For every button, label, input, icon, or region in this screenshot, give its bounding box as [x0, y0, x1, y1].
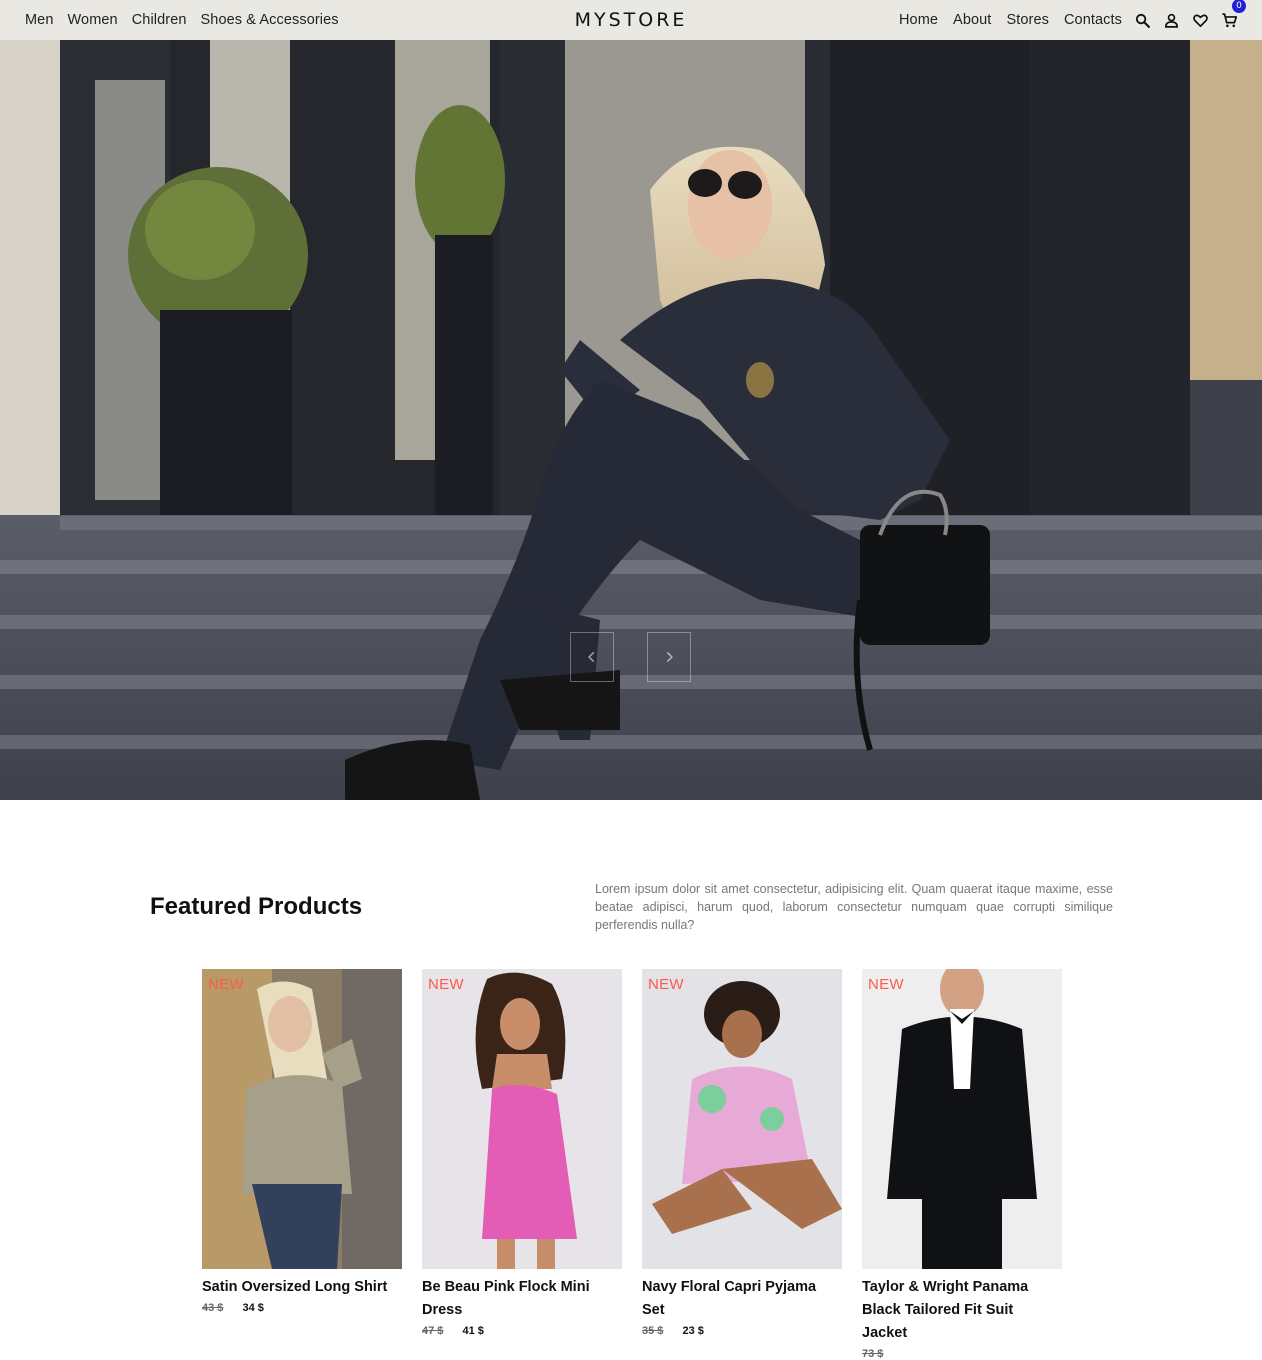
page-nav: Home About Stores Contacts: [899, 0, 1122, 40]
product-image[interactable]: NEW: [202, 969, 402, 1269]
product-image[interactable]: NEW: [422, 969, 622, 1269]
heart-icon[interactable]: [1191, 11, 1209, 29]
product-name[interactable]: Be Beau Pink Flock Mini Dress: [422, 1276, 622, 1322]
new-badge: NEW: [208, 976, 244, 993]
product-card[interactable]: NEW Be Beau Pink Flock Mini Dress 47 $ 4…: [422, 969, 622, 1337]
user-icon[interactable]: [1162, 11, 1180, 29]
old-price: 35 $: [642, 1325, 664, 1337]
product-prices: 47 $ 41 $: [422, 1325, 622, 1337]
new-badge: NEW: [648, 976, 684, 993]
slider-prev-button[interactable]: [570, 632, 614, 682]
nav-link-shoes-accessories[interactable]: Shoes & Accessories: [201, 12, 339, 28]
hero-image: [0, 40, 1262, 800]
featured-products-description: Lorem ipsum dolor sit amet consectetur, …: [595, 882, 1113, 932]
nav-link-stores[interactable]: Stores: [1006, 12, 1049, 28]
chevron-right-icon: [666, 651, 673, 663]
product-card[interactable]: NEW Satin Oversized Long Shirt 43 $ 34 $: [202, 969, 402, 1314]
product-prices: 43 $ 34 $: [202, 1302, 402, 1314]
product-card[interactable]: NEW Navy Floral Capri Pyjama Set 35 $ 23…: [642, 969, 842, 1337]
nav-link-men[interactable]: Men: [25, 12, 54, 28]
nav-link-children[interactable]: Children: [132, 12, 187, 28]
product-image[interactable]: NEW: [862, 969, 1062, 1269]
old-price: 47 $: [422, 1325, 444, 1337]
nav-link-home[interactable]: Home: [899, 12, 938, 28]
slider-next-button[interactable]: [647, 632, 691, 682]
product-image[interactable]: NEW: [642, 969, 842, 1269]
store-logo[interactable]: MYSTORE: [575, 9, 688, 31]
cart-icon[interactable]: 0: [1220, 0, 1246, 29]
old-price: 73 $: [862, 1348, 884, 1360]
nav-link-about[interactable]: About: [953, 12, 991, 28]
top-navbar: Men Women Children Shoes & Accessories M…: [0, 0, 1262, 40]
nav-link-contacts[interactable]: Contacts: [1064, 12, 1122, 28]
old-price: 43 $: [202, 1302, 224, 1314]
hero-banner: [0, 40, 1262, 800]
nav-icons: 0: [1133, 0, 1246, 40]
chevron-left-icon: [588, 651, 595, 663]
sale-price: 41 $: [462, 1325, 484, 1337]
cart-count-badge: 0: [1232, 0, 1246, 13]
product-prices: 73 $: [862, 1348, 1062, 1360]
product-name[interactable]: Taylor & Wright Panama Black Tailored Fi…: [862, 1276, 1062, 1345]
category-nav: Men Women Children Shoes & Accessories: [25, 0, 339, 40]
featured-products-title: Featured Products: [150, 893, 363, 920]
sale-price: 34 $: [242, 1302, 264, 1314]
new-badge: NEW: [428, 976, 464, 993]
sale-price: 23 $: [682, 1325, 704, 1337]
product-name[interactable]: Navy Floral Capri Pyjama Set: [642, 1276, 842, 1322]
product-card[interactable]: NEW Taylor & Wright Panama Black Tailore…: [862, 969, 1062, 1360]
nav-link-women[interactable]: Women: [68, 12, 118, 28]
product-prices: 35 $ 23 $: [642, 1325, 842, 1337]
search-icon[interactable]: [1133, 11, 1151, 29]
product-name[interactable]: Satin Oversized Long Shirt: [202, 1276, 402, 1299]
new-badge: NEW: [868, 976, 904, 993]
